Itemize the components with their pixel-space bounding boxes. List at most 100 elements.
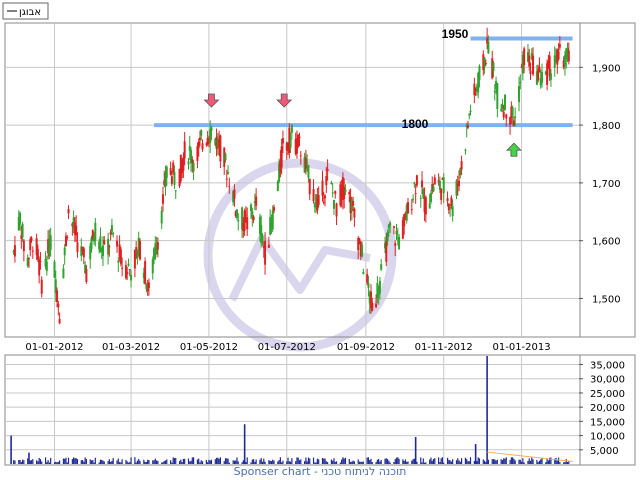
candle-body	[386, 232, 389, 242]
candle-body	[237, 220, 240, 222]
candle-body	[502, 111, 505, 118]
volume-bar	[237, 461, 239, 464]
volume-bar	[296, 457, 298, 464]
volume-tick-label: 15,000	[590, 417, 625, 428]
volume-bar	[107, 461, 109, 464]
candle-body	[375, 303, 378, 308]
candle-body	[173, 172, 176, 185]
volume-bar	[395, 457, 398, 464]
volume-bar	[217, 457, 219, 464]
candle-body	[511, 107, 514, 116]
volume-bar	[242, 460, 244, 464]
candle-body	[31, 250, 34, 252]
volume-bar	[343, 458, 345, 464]
candle-body	[145, 284, 148, 289]
volume-bar	[402, 459, 404, 464]
volume-bar	[227, 458, 229, 464]
candle-body	[170, 176, 173, 184]
volume-bar	[375, 462, 377, 464]
candle-body	[509, 117, 512, 125]
volume-bar	[513, 458, 515, 464]
candle-body	[255, 196, 258, 206]
price-tick-label: 1,900	[592, 63, 621, 74]
volume-bar	[190, 460, 192, 464]
candle-body	[144, 261, 147, 284]
candle-body	[130, 274, 133, 281]
volume-bar	[282, 460, 284, 464]
candle-body	[165, 166, 168, 178]
volume-bar	[505, 457, 507, 464]
volume-bar	[29, 460, 31, 464]
volume-bar	[403, 460, 405, 464]
volume-bar	[201, 461, 204, 464]
candle-body	[519, 82, 522, 84]
candle-body	[56, 290, 59, 303]
candle-body	[94, 222, 97, 241]
volume-bar	[528, 458, 530, 464]
volume-bar	[540, 459, 542, 464]
candle-body	[567, 50, 570, 62]
candle-body	[505, 114, 508, 119]
candle-body	[191, 159, 194, 164]
candle-body	[432, 186, 435, 192]
candle-body	[458, 180, 461, 187]
candle-body	[446, 198, 449, 202]
volume-bar	[438, 457, 440, 464]
volume-bar	[73, 457, 75, 464]
volume-bar	[546, 458, 548, 464]
volume-bar	[56, 462, 58, 464]
volume-bar	[457, 458, 459, 464]
volume-bar	[485, 461, 487, 464]
volume-bar	[20, 461, 22, 464]
volume-bar	[326, 462, 329, 464]
candle-body	[289, 138, 292, 148]
volume-bar	[71, 459, 73, 464]
candle-body	[549, 73, 552, 80]
volume-bar	[226, 458, 228, 464]
volume-bar	[130, 457, 132, 464]
candle-body	[538, 66, 541, 73]
volume-bar	[446, 457, 449, 464]
volume-bar	[50, 457, 52, 464]
candle-body	[250, 204, 253, 212]
candle-body	[410, 209, 413, 211]
volume-bar	[335, 461, 338, 464]
volume-bar	[500, 459, 502, 464]
candle-body	[332, 199, 335, 209]
volume-spike	[414, 437, 417, 464]
candle-body	[244, 214, 247, 216]
volume-bar	[98, 462, 100, 464]
volume-bar	[66, 462, 68, 464]
volume-bar	[362, 461, 364, 464]
candle-body	[76, 242, 79, 252]
volume-bar	[44, 457, 47, 464]
volume-bar	[58, 460, 61, 464]
legend-label: אבוגן	[19, 7, 41, 18]
volume-bar	[316, 458, 318, 464]
candle-body	[19, 212, 22, 225]
volume-bar	[92, 459, 94, 464]
volume-bar	[304, 461, 306, 464]
candle-body	[322, 201, 325, 203]
volume-bar	[314, 462, 316, 464]
volume-bar	[455, 460, 458, 464]
candle-body	[198, 137, 201, 141]
volume-bar	[166, 459, 168, 464]
volume-bar	[148, 460, 150, 464]
volume-bar	[416, 461, 418, 464]
volume-bar	[547, 460, 549, 464]
volume-bar	[394, 459, 396, 464]
candle-body	[29, 239, 32, 251]
volume-bar	[268, 460, 270, 464]
candle-body	[466, 125, 469, 128]
volume-bar	[309, 458, 311, 464]
volume-bar	[464, 457, 467, 464]
volume-bar	[250, 462, 252, 464]
volume-bar	[450, 461, 452, 464]
volume-bar	[64, 458, 66, 464]
volume-bar	[441, 457, 444, 464]
volume-bar	[112, 458, 114, 464]
volume-bar	[496, 459, 498, 464]
volume-bar	[492, 459, 495, 464]
candle-body	[503, 94, 506, 111]
